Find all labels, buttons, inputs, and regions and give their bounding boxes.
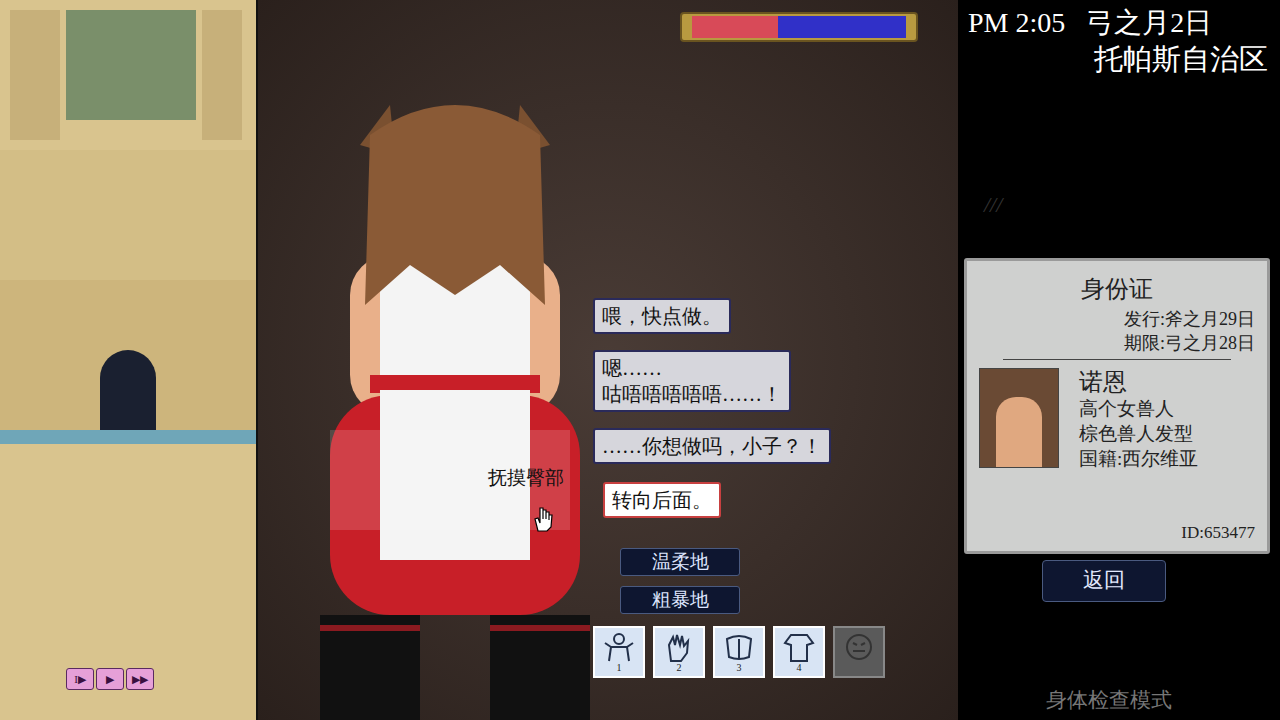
tool-icon — [721, 631, 757, 663]
info-panel: PM 2:05 弓之月2日托帕斯自治区///身份证发行:斧之月29日期限:弓之月… — [958, 0, 1280, 720]
scratch-mark: /// — [984, 188, 1274, 218]
tool-icon — [661, 631, 697, 663]
tool-button[interactable]: 1 — [593, 626, 645, 678]
choice-button[interactable]: 粗暴地 — [620, 586, 740, 614]
choice-button[interactable]: 温柔地 — [620, 548, 740, 576]
dialog-bubble: 喂，快点做。 — [593, 298, 731, 334]
game-screen: I▶▶▶▶抚摸臀部喂，快点做。嗯…… 咕唔唔唔唔唔……！……你想做吗，小子？！转… — [0, 0, 1280, 720]
speed-button[interactable]: I▶ — [66, 668, 94, 690]
back-button[interactable]: 返回 — [1042, 560, 1166, 602]
id-card[interactable]: 身份证发行:斧之月29日期限:弓之月28日诺恩高个女兽人棕色兽人发型国籍:西尔维… — [964, 258, 1270, 554]
tool-button[interactable]: 2 — [653, 626, 705, 678]
speed-button[interactable]: ▶▶ — [126, 668, 154, 690]
tool-icon — [601, 631, 637, 663]
dialog-bubble: 转向后面。 — [603, 482, 721, 518]
dialog-bubble: 嗯…… 咕唔唔唔唔唔……！ — [593, 350, 791, 412]
tool-icon — [781, 631, 817, 663]
dialog-bubble: ……你想做吗，小子？！ — [593, 428, 831, 464]
tool-button[interactable]: 4 — [773, 626, 825, 678]
portrait — [979, 368, 1059, 468]
hover-label: 抚摸臀部 — [488, 464, 564, 493]
tool-button[interactable]: 3 — [713, 626, 765, 678]
inspection-scene: 抚摸臀部 喂，快点做。嗯…… 咕唔唔唔唔唔……！ ……你想做吗，小子？！ 转向后面。温… — [258, 0, 958, 720]
hand-cursor-icon — [532, 505, 554, 533]
tool-button[interactable] — [833, 626, 885, 678]
mood-gauge — [680, 12, 918, 42]
character-figure — [320, 95, 590, 720]
town-map[interactable]: I▶▶▶▶ — [0, 0, 256, 720]
tool-icon — [841, 631, 877, 663]
speed-button[interactable]: ▶ — [96, 668, 124, 690]
